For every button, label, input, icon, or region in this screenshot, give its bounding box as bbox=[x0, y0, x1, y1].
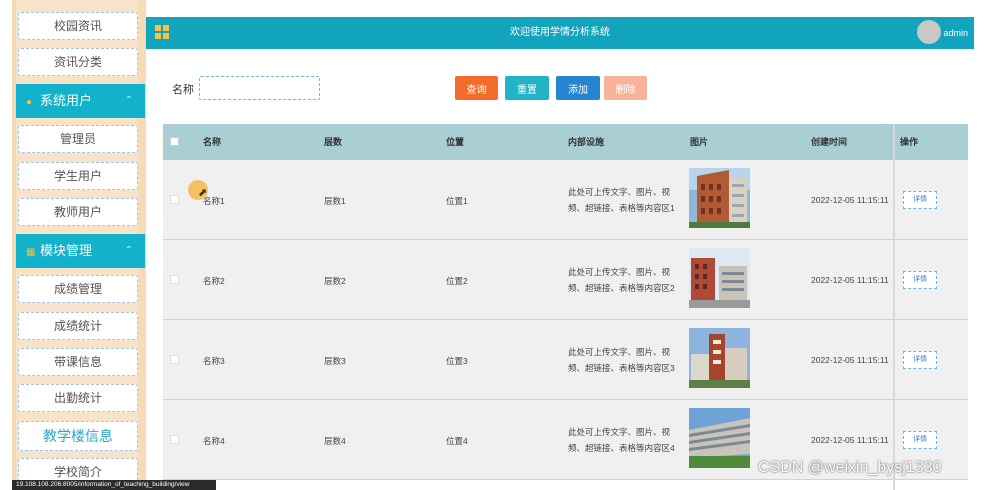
building-photo-2 bbox=[689, 248, 750, 308]
facilities-line: 频、超链接、表格等内容区4 bbox=[568, 443, 675, 453]
sidebar-group-module-management[interactable]: ▦ 模块管理 ⌃ bbox=[16, 234, 145, 268]
sidebar-item-student-users[interactable]: 学生用户 bbox=[18, 162, 138, 190]
watermark: CSDN @weixin_bysj1330 bbox=[758, 459, 942, 476]
cell-facilities: 此处可上传文字、图片、视 频、超链接、表格等内容区4 bbox=[568, 424, 683, 456]
cell-location: 位置1 bbox=[446, 196, 468, 206]
header-title: 欢迎使用学情分析系统 bbox=[510, 27, 610, 38]
table-row[interactable]: 名称3 层数3 位置3 此处可上传文字、图片、视 频、超链接、表格等内容区3 2… bbox=[163, 320, 968, 400]
chevron-up-icon: ⌃ bbox=[124, 245, 133, 256]
chevron-up-icon: ⌃ bbox=[124, 95, 133, 106]
cell-created-time: 2022-12-05 11:15:11 bbox=[811, 275, 889, 285]
sidebar-item-teacher-users[interactable]: 教师用户 bbox=[18, 198, 138, 226]
cell-name: 名称4 bbox=[203, 436, 225, 446]
avatar[interactable] bbox=[917, 20, 941, 44]
cell-facilities: 此处可上传文字、图片、视 频、超链接、表格等内容区3 bbox=[568, 344, 683, 376]
building-image[interactable] bbox=[689, 408, 750, 468]
table-header: 名称 层数 位置 内部设施 图片 创建时间 操作 bbox=[163, 124, 968, 160]
building-image[interactable] bbox=[689, 168, 750, 228]
header-bar: 欢迎使用学情分析系统 admin bbox=[146, 17, 974, 49]
grid-icon: ▦ bbox=[26, 247, 36, 258]
cell-floors: 层数1 bbox=[324, 196, 346, 206]
sidebar-item-teaching-assignments[interactable]: 带课信息 bbox=[18, 348, 138, 376]
facilities-line: 此处可上传文字、图片、视 bbox=[568, 187, 671, 197]
table-row[interactable]: 名称1 层数1 位置1 此处可上传文字、图片、视 频、超链接、表格等内容区1 2… bbox=[163, 160, 968, 240]
column-header-created-time[interactable]: 创建时间 bbox=[811, 124, 847, 160]
sidebar-group-label: 系统用户 bbox=[40, 93, 93, 108]
facilities-line: 此处可上传文字、图片、视 bbox=[568, 347, 671, 357]
column-header-image[interactable]: 图片 bbox=[690, 124, 708, 160]
row-checkbox[interactable] bbox=[170, 275, 179, 284]
row-checkbox[interactable] bbox=[170, 195, 179, 204]
building-photo-3 bbox=[689, 328, 750, 388]
cell-floors: 层数2 bbox=[324, 276, 346, 286]
column-header-actions: 操作 bbox=[900, 137, 919, 147]
cell-location: 位置4 bbox=[446, 436, 468, 446]
cell-name: 名称3 bbox=[203, 356, 225, 366]
row-checkbox[interactable] bbox=[170, 435, 179, 444]
search-input[interactable] bbox=[199, 76, 320, 100]
cell-facilities: 此处可上传文字、图片、视 频、超链接、表格等内容区2 bbox=[568, 264, 683, 296]
sidebar-item-admin[interactable]: 管理员 bbox=[18, 125, 138, 153]
sidebar-item-grade-management[interactable]: 成绩管理 bbox=[18, 275, 138, 303]
row-checkbox[interactable] bbox=[170, 355, 179, 364]
table-row[interactable]: 名称2 层数2 位置2 此处可上传文字、图片、视 频、超链接、表格等内容区2 2… bbox=[163, 240, 968, 320]
user-icon: ● bbox=[26, 97, 33, 108]
building-image[interactable] bbox=[689, 248, 750, 308]
search-label: 名称 bbox=[172, 84, 194, 96]
facilities-line: 频、超链接、表格等内容区3 bbox=[568, 363, 675, 373]
sidebar-item-news-category[interactable]: 资讯分类 bbox=[18, 48, 138, 76]
column-header-floors[interactable]: 层数 bbox=[324, 124, 342, 160]
reset-button[interactable]: 重置 bbox=[505, 76, 549, 100]
column-header-name[interactable]: 名称 bbox=[203, 124, 221, 160]
detail-button[interactable]: 详情 bbox=[903, 351, 937, 369]
cell-floors: 层数3 bbox=[324, 356, 346, 366]
sidebar-group-label: 模块管理 bbox=[40, 243, 93, 258]
sidebar-item-campus-news[interactable]: 校园资讯 bbox=[18, 12, 138, 40]
sidebar-group-system-users[interactable]: ● 系统用户 ⌃ bbox=[16, 84, 145, 118]
add-button[interactable]: 添加 bbox=[556, 76, 600, 100]
delete-button[interactable]: 删除 bbox=[604, 76, 647, 100]
building-photo-1 bbox=[689, 168, 750, 228]
username[interactable]: admin bbox=[943, 17, 968, 49]
status-bar-url: 19.108.108.206:8005/information_of_teach… bbox=[12, 480, 216, 490]
sidebar-edge bbox=[0, 0, 12, 490]
facilities-line: 此处可上传文字、图片、视 bbox=[568, 267, 671, 277]
detail-button[interactable]: 详情 bbox=[903, 191, 937, 209]
building-image[interactable] bbox=[689, 328, 750, 388]
sidebar-item-attendance-statistics[interactable]: 出勤统计 bbox=[18, 384, 138, 412]
cell-created-time: 2022-12-05 11:15:11 bbox=[811, 195, 889, 205]
query-button[interactable]: 查询 bbox=[455, 76, 498, 100]
sidebar-item-teaching-building[interactable]: 教学楼信息 bbox=[18, 421, 138, 451]
cell-location: 位置3 bbox=[446, 356, 468, 366]
detail-button[interactable]: 详情 bbox=[903, 431, 937, 449]
cell-location: 位置2 bbox=[446, 276, 468, 286]
app-window: 校园资讯 资讯分类 ● 系统用户 ⌃ 管理员 学生用户 教师用户 ▦ 模块管理 ⌃ … bbox=[0, 0, 990, 490]
sidebar-item-grade-statistics[interactable]: 成绩统计 bbox=[18, 312, 138, 340]
cell-created-time: 2022-12-05 11:15:11 bbox=[811, 355, 889, 365]
facilities-line: 频、超链接、表格等内容区1 bbox=[568, 203, 675, 213]
fixed-column-shadow bbox=[893, 124, 895, 490]
cell-floors: 层数4 bbox=[324, 436, 346, 446]
facilities-line: 此处可上传文字、图片、视 bbox=[568, 427, 671, 437]
cell-name: 名称2 bbox=[203, 276, 225, 286]
cell-created-time: 2022-12-05 11:15:11 bbox=[811, 435, 889, 445]
mouse-pointer-icon: ⬈ bbox=[198, 187, 208, 199]
column-header-location[interactable]: 位置 bbox=[446, 124, 464, 160]
column-header-facilities[interactable]: 内部设施 bbox=[568, 124, 604, 160]
building-photo-4 bbox=[689, 408, 750, 468]
detail-button[interactable]: 详情 bbox=[903, 271, 937, 289]
select-all-checkbox[interactable] bbox=[170, 137, 179, 146]
cell-facilities: 此处可上传文字、图片、视 频、超链接、表格等内容区1 bbox=[568, 184, 683, 216]
facilities-line: 频、超链接、表格等内容区2 bbox=[568, 283, 675, 293]
